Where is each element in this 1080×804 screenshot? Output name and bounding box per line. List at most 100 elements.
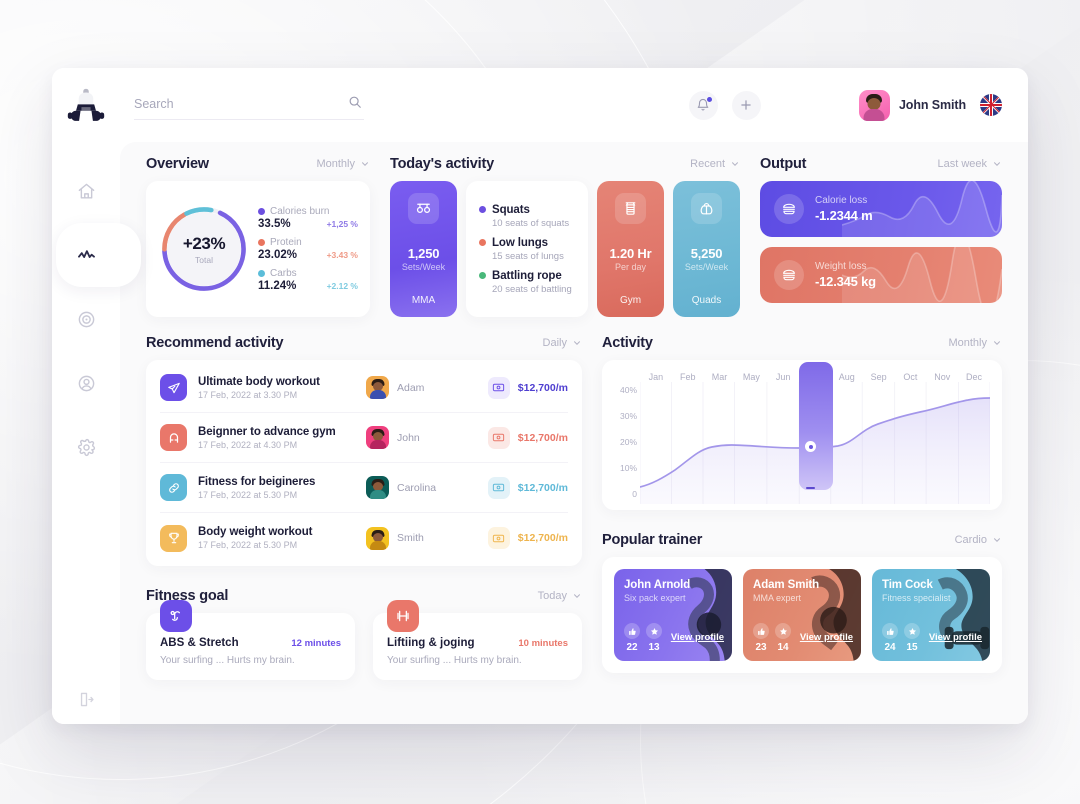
app-logo[interactable] xyxy=(65,86,107,130)
logout-button[interactable] xyxy=(78,691,95,708)
row-price: $12,700/m xyxy=(517,381,568,394)
overview-header: Overview Monthly xyxy=(146,156,370,172)
chart-data-point[interactable] xyxy=(805,441,817,452)
output-filter[interactable]: Last week xyxy=(937,158,1002,170)
fitness-goal-filter[interactable]: Today xyxy=(538,590,582,602)
today-filter[interactable]: Recent xyxy=(690,158,740,170)
sidebar-item-activity[interactable] xyxy=(56,223,141,287)
user-menu[interactable]: John Smith xyxy=(858,89,966,121)
x-tick: Oct xyxy=(903,372,918,382)
row-user: Carolina xyxy=(397,481,437,494)
view-profile-link[interactable]: View profile xyxy=(800,632,853,645)
sidebar-item-goals[interactable] xyxy=(65,300,107,338)
sidebar-item-profile[interactable] xyxy=(65,364,107,402)
overview-filter[interactable]: Monthly xyxy=(316,158,370,170)
row-title: Body weight workout xyxy=(198,526,313,538)
trainer-card[interactable]: Tim Cock Fitness specialist 24 15 View p… xyxy=(872,569,990,661)
set-name: Squats xyxy=(492,203,530,216)
tile-foot: Quads xyxy=(691,295,722,306)
notification-dot xyxy=(705,95,713,103)
recommend-title: Recommend activity xyxy=(146,335,284,351)
overview-filter-label: Monthly xyxy=(316,158,355,170)
donut-value: +23% xyxy=(182,233,226,253)
sidebar-item-settings[interactable] xyxy=(65,428,107,466)
row-title: Fitness for beigineres xyxy=(198,475,316,488)
fitness-goal-header: Fitness goal Today xyxy=(146,588,582,604)
search-input[interactable] xyxy=(134,90,364,120)
set-desc: 10 seats of squats xyxy=(492,217,570,229)
table-row[interactable]: Body weight workout 17 Feb, 2022 at 5.30… xyxy=(160,513,568,563)
trophy-icon xyxy=(160,524,187,552)
search-bar xyxy=(134,90,364,120)
row-bottom: Recommend activity Daily Ultimate body w… xyxy=(146,333,1002,724)
goal-minutes: 10 minutes xyxy=(518,638,568,649)
table-row[interactable]: Fitness for beigineres 17 Feb, 2022 at 5… xyxy=(160,463,568,513)
activity-chart-card: Jan Feb Mar May Jun Jul Aug Sep Oct Nov … xyxy=(602,360,1002,510)
chevron-down-icon xyxy=(572,338,582,348)
output-filter-label: Last week xyxy=(937,158,987,170)
trainer-stat: 23 xyxy=(755,642,767,653)
notifications-button[interactable] xyxy=(688,90,718,120)
add-button[interactable] xyxy=(731,90,761,120)
tile-number: 1.20 Hr xyxy=(609,246,652,261)
set-dot xyxy=(479,239,486,246)
trainer-role: Six pack expert xyxy=(624,593,686,603)
legend-name: Calories burn xyxy=(270,206,330,217)
tile-quads[interactable]: 5,250 Sets/Week Quads xyxy=(673,181,740,317)
popular-trainer-filter[interactable]: Cardio xyxy=(955,534,1002,546)
row-price: $12,700/m xyxy=(517,431,568,444)
dumbbell-icon xyxy=(387,600,419,632)
sidebar-item-home[interactable] xyxy=(65,172,107,210)
goal-name: ABS & Stretch xyxy=(160,637,239,649)
legend-change: +1,25 % xyxy=(326,219,358,229)
today-tiles: 1,250 Sets/Week MMA Squats 10 seats of s… xyxy=(390,181,740,317)
x-tick: Jan xyxy=(648,372,664,382)
chevron-down-icon xyxy=(572,591,582,601)
y-tick: 10% xyxy=(619,463,637,473)
uk-flag-icon[interactable] xyxy=(980,94,1002,116)
view-profile-link[interactable]: View profile xyxy=(929,632,982,645)
legend-pct: 23.02% xyxy=(258,249,298,261)
x-tick: May xyxy=(742,372,760,382)
main-area: John Smith xyxy=(120,68,1028,724)
row-user: John xyxy=(397,431,420,444)
row-top: Overview Monthly +23% Total Calories bur… xyxy=(146,156,1002,317)
fitness-goal-card-lifting[interactable]: Liftiing & joging 10 minutes Your surfin… xyxy=(373,600,582,680)
search-icon[interactable] xyxy=(348,95,362,109)
avatar xyxy=(858,89,890,121)
row-title: Beignner to advance gym xyxy=(198,425,336,438)
view-profile-link[interactable]: View profile xyxy=(671,632,724,645)
recommend-filter[interactable]: Daily xyxy=(543,337,582,349)
like-icon xyxy=(624,623,640,639)
legend-name: Carbs xyxy=(270,268,297,279)
fitness-goal-card-abs[interactable]: ABS & Stretch 12 minutes Your surfing ..… xyxy=(146,600,355,680)
table-row[interactable]: Ultimate body workout 17 Feb, 2022 at 3.… xyxy=(160,363,568,413)
activity-header: Activity Monthly xyxy=(602,335,1002,351)
x-tick: Feb xyxy=(679,372,696,382)
chart-highlight-bar[interactable] xyxy=(799,362,834,490)
output-card-calorie-loss[interactable]: Calorie loss -1.2344 m xyxy=(760,181,1002,237)
activity-filter[interactable]: Monthly xyxy=(948,337,1002,349)
legend-change: +3.43 % xyxy=(326,250,358,260)
trainer-card[interactable]: John Arnold Six pack expert 22 13 View p… xyxy=(614,569,732,661)
trainer-card[interactable]: Adam Smith MMA expert 23 14 View profile xyxy=(743,569,861,661)
tile-mma[interactable]: 1,250 Sets/Week MMA xyxy=(390,181,457,317)
row-user: Adam xyxy=(397,381,425,394)
today-activity-section: Today's activity Recent 1,250 Sets/Week … xyxy=(390,156,740,317)
star-icon xyxy=(904,623,920,639)
recommend-filter-label: Daily xyxy=(542,337,567,349)
row-price: $12,700/m xyxy=(517,481,568,494)
popular-trainer-header: Popular trainer Cardio xyxy=(602,532,1002,548)
tile-sub: Per day xyxy=(614,262,647,272)
tile-gym[interactable]: 1.20 Hr Per day Gym xyxy=(597,181,664,317)
row-date: 17 Feb, 2022 at 3.30 PM xyxy=(198,389,298,400)
goal-desc: Your surfing ... Hurts my brain. xyxy=(160,655,295,666)
table-row[interactable]: Beignner to advance gym 17 Feb, 2022 at … xyxy=(160,413,568,463)
gym-machine-icon xyxy=(615,193,646,224)
tile-sub: Sets/Week xyxy=(401,262,446,272)
x-tick: Sep xyxy=(870,372,887,382)
legend-dot xyxy=(258,239,265,246)
legend-item: Calories burn 33.5% +1,25 % xyxy=(258,206,358,230)
output-card-weight-loss[interactable]: Weight loss -12.345 kg xyxy=(760,247,1002,303)
logout-icon xyxy=(78,691,95,708)
